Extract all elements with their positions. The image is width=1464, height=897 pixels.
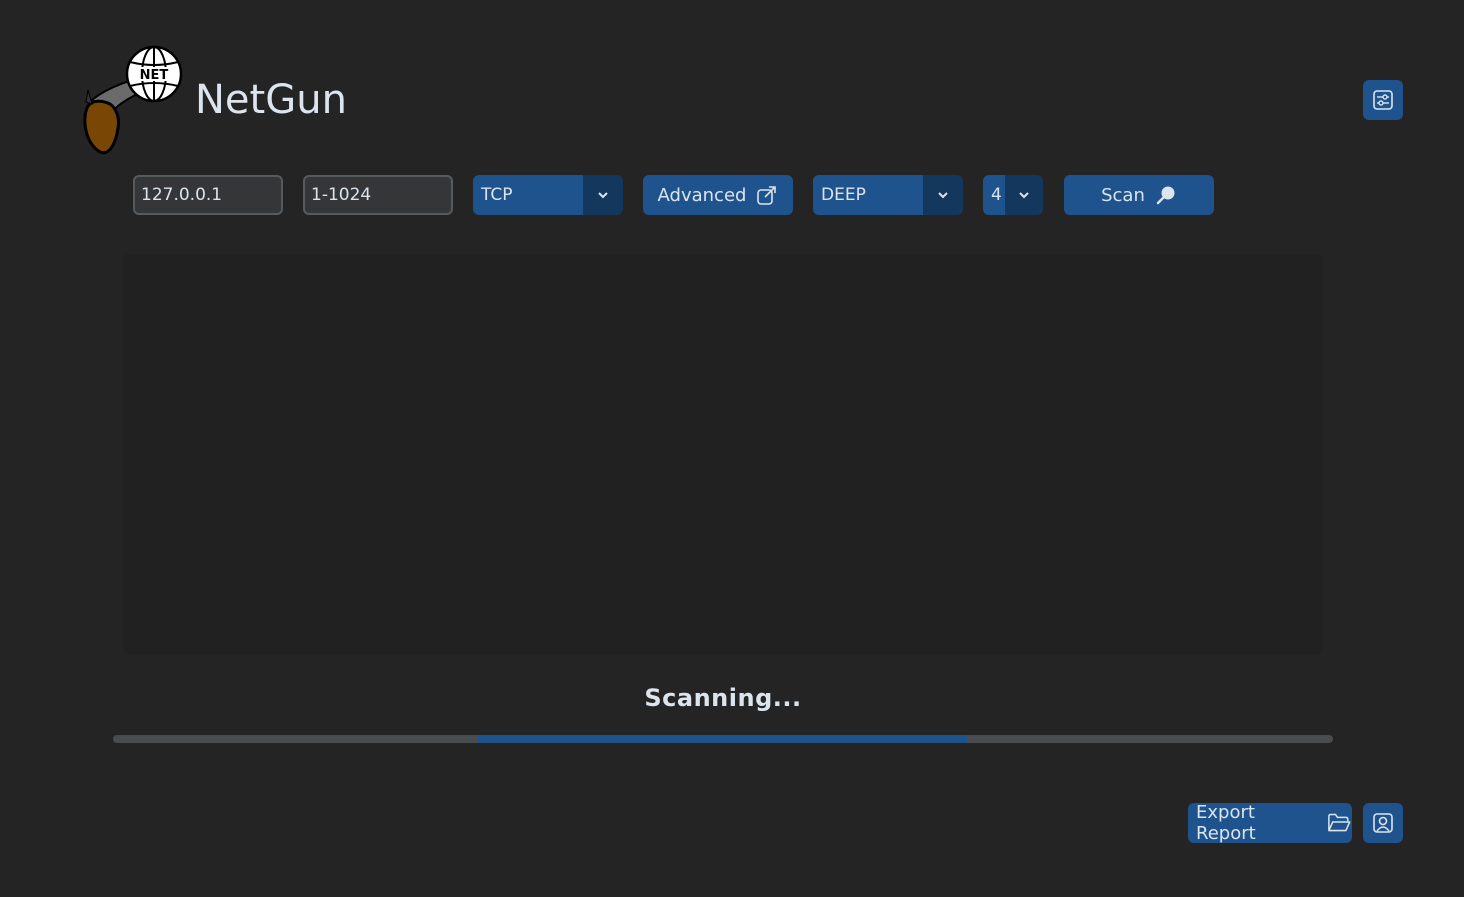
advanced-button[interactable]: Advanced [643,175,793,215]
scan-output-area[interactable] [123,254,1323,654]
chevron-down-icon [938,192,948,199]
user-icon [1373,813,1393,833]
target-host-input[interactable] [133,175,283,215]
scan-status-label: Scanning... [644,684,802,712]
scan-mode-select[interactable]: DEEP [813,175,963,215]
scan-progress-bar [113,735,1333,743]
app-title: NetGun [195,77,347,123]
port-range-input[interactable] [303,175,453,215]
scan-button-label: Scan [1101,184,1145,206]
gun-globe-logo-icon: NET [83,45,183,155]
advanced-button-label: Advanced [657,184,747,206]
chevron-down-icon [598,192,608,199]
search-icon [1156,186,1175,205]
scan-progress-fill [476,735,967,743]
sliders-icon [1373,90,1393,110]
scan-mode-select-value: DEEP [813,175,923,215]
profile-button[interactable] [1363,803,1403,843]
threads-dropdown-arrow[interactable] [1005,175,1043,215]
app-logo: NET [80,42,188,158]
chevron-down-icon [1019,192,1029,199]
threads-select-value: 4 [983,175,1005,215]
settings-button[interactable] [1363,80,1403,120]
external-link-icon [757,186,777,205]
export-report-button[interactable]: Export Report [1188,802,1352,844]
app-window: NET NetGun TCP Advanced DEEP [0,0,1464,897]
scan-mode-dropdown-arrow[interactable] [923,175,963,215]
scan-button[interactable]: Scan [1064,175,1214,215]
protocol-select-value: TCP [473,175,583,215]
folder-icon [1328,813,1351,832]
export-report-label: Export Report [1196,802,1256,844]
protocol-dropdown-arrow[interactable] [583,175,623,215]
svg-text:NET: NET [140,68,169,83]
threads-select[interactable]: 4 [983,175,1043,215]
protocol-select[interactable]: TCP [473,175,623,215]
